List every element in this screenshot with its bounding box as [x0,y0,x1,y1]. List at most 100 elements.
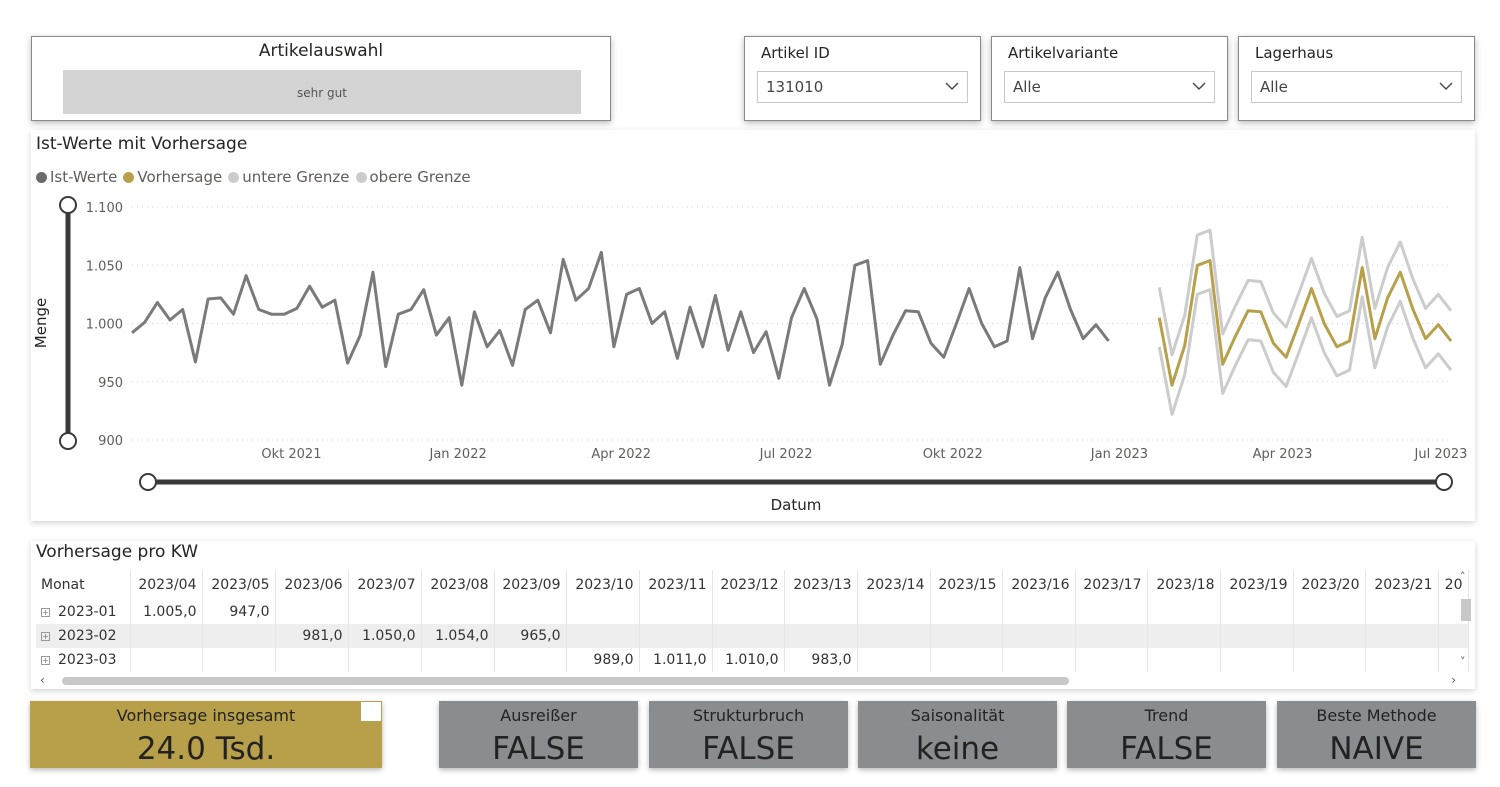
x-tick-label: Okt 2021 [261,447,321,462]
column-header-kw[interactable]: 2023/19 [1220,570,1294,600]
scroll-thumb[interactable] [1461,599,1471,621]
table-cell [421,648,495,672]
table-cell [930,648,1003,672]
column-header-kw[interactable]: 2023/10 [566,570,640,600]
y-tick-label: 1.050 [86,259,123,274]
expand-icon[interactable]: + [41,631,50,641]
column-header-kw[interactable]: 2023/20 [1293,570,1366,600]
column-header-kw[interactable]: 2023/13 [784,570,858,600]
column-header-kw[interactable]: 2023/08 [421,570,495,600]
table-cell [494,648,567,672]
artikel-id-dropdown[interactable]: 131010 [757,71,968,103]
table-cell [712,600,785,624]
table-cell: 1.011,0 [639,648,713,672]
kpi-value: FALSE [702,731,795,767]
kpi-value: NAIVE [1329,731,1424,767]
scroll-down-icon[interactable]: ˅ [1460,655,1466,668]
expand-icon[interactable]: + [41,655,50,665]
table-row: +2023-03 989,0 1.011,0 1.010,0 983,0 [36,648,1469,672]
scroll-up-icon[interactable]: ˄ [1460,570,1466,583]
kpi-label: Vorhersage insgesamt [116,706,296,725]
y-tick-label: 950 [98,376,123,391]
column-header-kw[interactable]: 2023/04 [130,570,203,600]
table-cell [1002,600,1076,624]
checkbox[interactable] [361,702,381,721]
table-cell [639,600,713,624]
table-row: +2023-02 981,0 1.050,0 1.054,0 965,0 [36,624,1469,648]
x-tick-label: Jan 2023 [1090,447,1148,462]
table-cell [857,648,931,672]
kw-table-card: Vorhersage pro KW Monat 2023/04 2023/05 202… [31,541,1475,689]
kpi-ausreisser: Ausreißer FALSE [439,701,638,768]
horizontal-scrollbar[interactable]: ‹ › [36,673,1460,687]
column-header-kw[interactable]: 2023/17 [1075,570,1148,600]
y-zoom-handle-top[interactable] [59,196,77,214]
column-header-kw[interactable]: 2023/14 [857,570,931,600]
slicer-label: Artikelvariante [1008,44,1119,62]
table-cell [1220,624,1294,648]
table-cell [1075,624,1148,648]
column-header-kw[interactable]: 2023/18 [1147,570,1221,600]
dropdown-value: 131010 [766,78,824,96]
x-zoom-handle-right[interactable] [1435,473,1453,491]
x-tick-label: Apr 2022 [591,447,651,462]
kpi-value: keine [915,731,1000,767]
table-cell [1147,624,1221,648]
table-cell: 947,0 [202,600,276,624]
column-header-kw[interactable]: 2023/09 [494,570,567,600]
table-cell [1147,600,1221,624]
table-cell [1365,648,1439,672]
y-tick-label: 900 [98,434,123,449]
artikelauswahl-value: sehr gut [297,86,347,100]
column-header-kw[interactable]: 2023/11 [639,570,713,600]
column-header-kw[interactable]: 2023/07 [348,570,422,600]
table-cell [130,624,203,648]
table-cell: 1.010,0 [712,648,785,672]
table-cell [1220,648,1294,672]
slicer-label: Lagerhaus [1255,44,1334,62]
table-cell [1075,648,1148,672]
table-cell [1002,624,1076,648]
column-header-kw[interactable]: 2023/06 [275,570,349,600]
column-header-kw[interactable]: 2023/12 [712,570,785,600]
line-chart[interactable]: 900 950 1.000 1.050 1.100 Okt 2021 Jan 2022 Ap… [31,130,1475,521]
row-label: 2023-03 [58,652,117,668]
artikelvariante-dropdown[interactable]: Alle [1004,71,1215,103]
slicer-label: Artikel ID [761,44,830,62]
column-header-monat[interactable]: Monat [36,570,131,600]
slicer-lagerhaus: Lagerhaus Alle [1238,36,1475,121]
y-zoom-handle-bottom[interactable] [59,432,77,450]
table-cell [1365,600,1439,624]
y-tick-label: 1.100 [86,201,123,216]
table-title: Vorhersage pro KW [36,542,199,562]
vertical-scrollbar[interactable]: ˄ ˅ [1460,570,1471,671]
column-header-kw[interactable]: 2023/05 [202,570,276,600]
table-cell [1147,648,1221,672]
table-cell [202,648,276,672]
scroll-thumb[interactable] [62,677,1069,685]
scroll-right-icon[interactable]: › [1451,673,1456,687]
artikelauswahl-button[interactable]: sehr gut [63,70,581,114]
table-cell [421,600,495,624]
lagerhaus-dropdown[interactable]: Alle [1251,71,1462,103]
table-cell [348,600,422,624]
x-zoom-handle-left[interactable] [139,473,157,491]
x-axis-label: Datum [771,496,822,514]
x-tick-label: Apr 2023 [1253,447,1313,462]
expand-icon[interactable]: + [41,607,50,617]
column-header-kw[interactable]: 2023/15 [930,570,1003,600]
artikelauswahl-panel: Artikelauswahl sehr gut [31,36,611,121]
kpi-vorhersage-insgesamt: Vorhersage insgesamt 24.0 Tsd. [30,701,382,768]
kpi-label: Trend [1144,706,1189,725]
table-cell [712,624,785,648]
table-cell [275,648,349,672]
table-cell: 965,0 [494,624,567,648]
row-header-monat: +2023-03 [36,648,131,672]
kpi-saisonalitaet: Saisonalität keine [858,701,1057,768]
column-header-kw[interactable]: 2023/16 [1002,570,1076,600]
kpi-label: Strukturbruch [692,706,805,725]
table-cell: 1.005,0 [130,600,203,624]
scroll-left-icon[interactable]: ‹ [40,673,45,687]
series-line-ist-werte[interactable] [131,250,1110,387]
column-header-kw[interactable]: 2023/21 [1365,570,1439,600]
